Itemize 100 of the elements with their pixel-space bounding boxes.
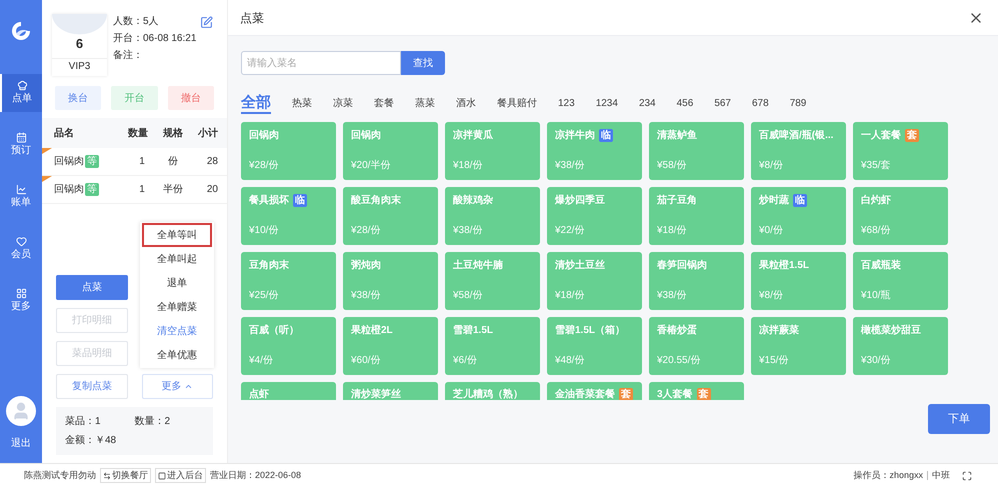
nav-item[interactable]: 更多	[0, 282, 42, 320]
dish-card[interactable]: 酸豆角肉末 ¥28/份	[343, 187, 438, 245]
dish-price: ¥18/份	[555, 289, 586, 303]
backend-button[interactable]: 进入后台	[155, 468, 206, 484]
dish-card[interactable]: 回锅肉 ¥28/份	[241, 122, 336, 180]
dish-card[interactable]: 白灼虾 ¥68/份	[853, 187, 948, 245]
people-count: 人数：5人	[113, 15, 160, 29]
category-tab[interactable]: 热菜	[292, 96, 312, 114]
category-tab[interactable]: 套餐	[374, 96, 394, 114]
category-tab[interactable]: 123	[558, 96, 575, 114]
category-tab[interactable]: 酒水	[456, 96, 476, 114]
dish-card[interactable]: 粥炖肉 ¥38/份	[343, 252, 438, 310]
dish-card[interactable]: 金油香菜套餐 套	[547, 382, 642, 400]
dish-card[interactable]: 果粒橙1.5L ¥8/份	[751, 252, 846, 310]
action-button[interactable]: 复制点菜	[56, 374, 128, 399]
dish-price: ¥0/份	[759, 224, 784, 238]
menu-item[interactable]: 全单叫起	[142, 247, 212, 271]
menu-item[interactable]: 全单赠菜	[142, 295, 212, 319]
nav-item[interactable]: 会员	[0, 230, 42, 268]
dish-card[interactable]: 回锅肉 ¥20/半份	[343, 122, 438, 180]
dish-card[interactable]: 香椿炒蛋 ¥20.55/份	[649, 317, 744, 375]
dish-name: 土豆炖牛腩	[453, 259, 503, 272]
dish-card[interactable]: 百威瓶装 ¥10/瓶	[853, 252, 948, 310]
menu-item[interactable]: 清空点菜	[142, 319, 212, 343]
dish-card[interactable]: 3人套餐 套	[649, 382, 744, 400]
dish-card[interactable]: 餐具损坏 临 ¥10/份	[241, 187, 336, 245]
dish-card[interactable]: 爆炒四季豆 ¥22/份	[547, 187, 642, 245]
dish-name: 清炒土豆丝	[555, 259, 605, 272]
dish-price: ¥10/瓶	[861, 289, 892, 303]
dish-card[interactable]: 芝儿糟鸡（熟）	[445, 382, 540, 400]
open-time: 开台：06-08 16:21	[113, 32, 196, 46]
category-tab[interactable]: 全部	[241, 94, 271, 114]
dish-card[interactable]: 清炒菜笋丝	[343, 382, 438, 400]
dish-card[interactable]: 土豆炖牛腩 ¥58/份	[445, 252, 540, 310]
shift: 中班	[932, 468, 950, 482]
dish-card[interactable]: 雪碧1.5L（箱） ¥48/份	[547, 317, 642, 375]
dish-card[interactable]: 炒时蔬 临 ¥0/份	[751, 187, 846, 245]
dish-name: 一人套餐	[861, 129, 901, 142]
menu-item[interactable]: 全单等叫	[142, 223, 212, 247]
nav-item[interactable]: 点单	[0, 74, 42, 112]
dish-price: ¥25/份	[249, 289, 280, 303]
dish-name: 凉拌黄瓜	[453, 129, 493, 142]
dish-card[interactable]: 凉拌牛肉 临 ¥38/份	[547, 122, 642, 180]
dish-name: 茄子豆角	[657, 194, 697, 207]
menu-item[interactable]: 全单优惠	[142, 343, 212, 367]
dish-name: 芝儿糟鸡（熟）	[453, 388, 523, 400]
dish-card[interactable]: 一人套餐 套 ¥35/套	[853, 122, 948, 180]
dish-card[interactable]: 酸辣鸡杂 ¥38/份	[445, 187, 540, 245]
dish-price: ¥15/份	[759, 354, 790, 368]
dish-name: 橄榄菜炒甜豆	[861, 324, 921, 337]
category-tab[interactable]: 678	[752, 96, 769, 114]
dish-card[interactable]: 春笋回锅肉 ¥38/份	[649, 252, 744, 310]
dish-card[interactable]: 清蒸鲈鱼 ¥58/份	[649, 122, 744, 180]
switch-store-button[interactable]: 切换餐厅	[100, 468, 151, 484]
category-tab[interactable]: 1234	[596, 96, 618, 114]
fullscreen-icon[interactable]	[962, 470, 972, 480]
logout-button[interactable]: 退出	[11, 436, 31, 451]
dish-card[interactable]: 豆角肉末 ¥25/份	[241, 252, 336, 310]
quantity-total: 数量：2	[134, 415, 172, 429]
category-tab[interactable]: 456	[676, 96, 694, 114]
calendar-icon	[16, 132, 26, 143]
dish-card[interactable]: 百威（听） ¥4/份	[241, 317, 336, 375]
submit-order-button[interactable]: 下单	[928, 404, 990, 434]
dish-price: ¥58/份	[657, 159, 688, 173]
dish-name: 酸辣鸡杂	[453, 194, 493, 207]
category-tab[interactable]: 567	[714, 96, 731, 114]
operator: 操作员：zhongxx	[853, 468, 923, 482]
dish-card[interactable]: 果粒橙2L ¥60/份	[343, 317, 438, 375]
dish-card[interactable]: 百威啤酒/瓶(银... ¥8/份	[751, 122, 846, 180]
category-tab[interactable]: 789	[790, 96, 806, 114]
action-button[interactable]: 点菜	[56, 275, 128, 300]
dish-card[interactable]: 凉拌黄瓜 ¥18/份	[445, 122, 540, 180]
dish-card[interactable]: 茄子豆角 ¥18/份	[649, 187, 744, 245]
note-label: 备注：	[113, 48, 144, 63]
dish-card[interactable]: 凉拌蕨菜 ¥15/份	[751, 317, 846, 375]
dish-price: ¥8/份	[759, 159, 784, 173]
search-field[interactable]: 请输入菜名	[241, 51, 401, 75]
category-tab[interactable]: 蒸菜	[415, 96, 435, 114]
table-action-button[interactable]: 撤台	[168, 86, 214, 110]
dish-card[interactable]: 雪碧1.5L ¥6/份	[445, 317, 540, 375]
dish-name: 果粒橙1.5L	[759, 259, 810, 272]
category-tab[interactable]: 234	[638, 96, 656, 114]
dish-card[interactable]: 清炒土豆丝 ¥18/份	[547, 252, 642, 310]
search-button[interactable]: 查找	[401, 51, 445, 75]
table-action-button[interactable]: 换台	[55, 86, 102, 110]
edit-icon[interactable]	[200, 16, 213, 29]
menu-item[interactable]: 退单	[142, 271, 212, 295]
nav-item[interactable]: 账单	[0, 178, 42, 216]
more-button[interactable]: 更多	[142, 374, 213, 399]
dish-card[interactable]: 点虾	[241, 382, 336, 400]
category-tab[interactable]: 餐具赔付	[497, 96, 537, 114]
chef-hat-icon	[16, 80, 28, 91]
nav-item[interactable]: 预订	[0, 126, 42, 164]
table-action-button[interactable]: 开台	[111, 86, 158, 110]
category-tab[interactable]: 凉菜	[333, 96, 353, 114]
dish-price: ¥20.55/份	[657, 354, 702, 368]
dish-card[interactable]: 橄榄菜炒甜豆 ¥30/份	[853, 317, 948, 375]
status-tag: 等	[85, 183, 99, 196]
corner-mark-icon	[42, 148, 52, 154]
dish-name: 白灼虾	[861, 194, 891, 207]
